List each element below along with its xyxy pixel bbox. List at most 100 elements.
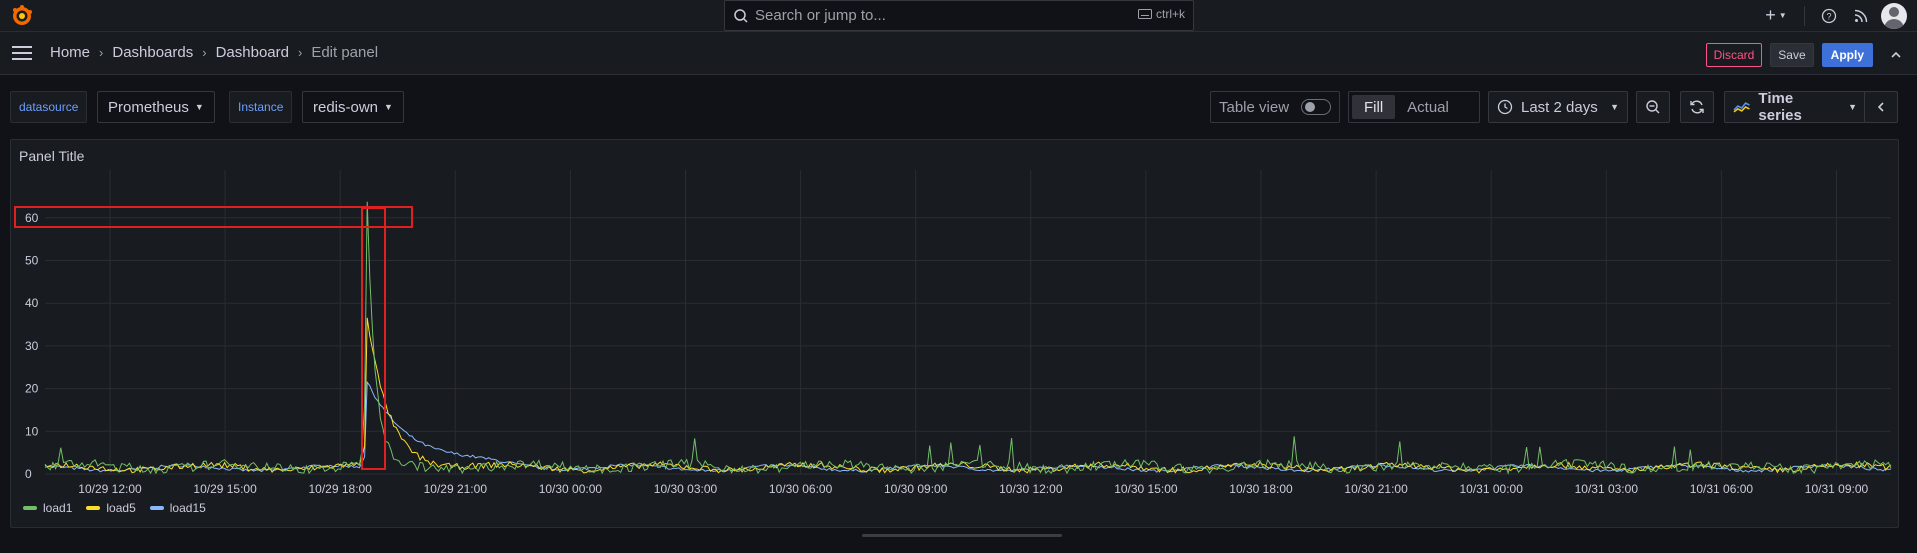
fill-option[interactable]: Fill: [1352, 95, 1396, 119]
legend-item-load15[interactable]: load15: [149, 501, 206, 515]
refresh-icon: [1690, 100, 1704, 114]
save-button[interactable]: Save: [1770, 43, 1814, 67]
x-tick-label: 10/31 06:00: [1690, 482, 1754, 496]
help-icon: ?: [1821, 8, 1837, 23]
plus-icon: +: [1765, 5, 1776, 25]
variable-label-instance: Instance: [229, 91, 293, 123]
variable-label-datasource: datasource: [10, 91, 88, 123]
y-tick-label: 0: [25, 467, 32, 481]
chevron-down-icon: ▼: [1778, 11, 1787, 20]
user-avatar[interactable]: [1881, 2, 1907, 29]
instance-value: redis-own: [313, 98, 379, 116]
discard-button[interactable]: Discard: [1705, 43, 1763, 67]
panel: Panel Title 0 10 20 30 40 50 60 10/29 12:00 10/2…: [10, 139, 1899, 528]
collapse-options-button[interactable]: [1864, 91, 1898, 123]
chevron-down-icon: ▼: [384, 102, 393, 112]
breadcrumb: Home › Dashboards › Dashboard › Edit pan…: [50, 44, 378, 61]
x-tick-label: 10/30 15:00: [1114, 482, 1178, 496]
legend-label: load1: [43, 501, 73, 515]
search-placeholder: Search or jump to...: [755, 7, 886, 24]
apply-button[interactable]: Apply: [1821, 43, 1873, 67]
legend-swatch: [86, 506, 101, 510]
keyboard-icon: [1137, 9, 1152, 19]
divider: [1804, 5, 1805, 26]
legend-label: load15: [169, 501, 206, 515]
x-tick-label: 10/29 15:00: [193, 482, 257, 496]
top-right-actions: + ▼ ?: [1760, 0, 1917, 31]
y-tick-label: 60: [25, 211, 39, 225]
legend: load1 load5 load15: [23, 501, 220, 515]
svg-text:?: ?: [1826, 11, 1831, 21]
y-tick-label: 20: [25, 382, 39, 396]
breadcrumb-dashboard[interactable]: Dashboard: [216, 44, 289, 61]
actual-option[interactable]: Actual: [1395, 95, 1461, 119]
datasource-value: Prometheus: [108, 98, 189, 116]
refresh-button[interactable]: [1680, 91, 1714, 123]
keyboard-shortcut: ctrl+k: [1137, 7, 1185, 21]
instance-select[interactable]: redis-own ▼: [302, 91, 404, 123]
y-tick-label: 30: [25, 339, 39, 353]
legend-label: load5: [106, 501, 136, 515]
series-line-load1: [44, 201, 1892, 475]
y-tick-label: 40: [25, 296, 39, 310]
clock-icon: [1497, 99, 1513, 115]
news-button[interactable]: [1841, 9, 1881, 23]
visualization-picker[interactable]: Time series ▼: [1724, 90, 1866, 124]
search-icon: [734, 8, 748, 23]
chevron-right-icon: ›: [99, 45, 104, 60]
zoom-out-button[interactable]: [1636, 91, 1670, 123]
y-tick-label: 50: [25, 254, 39, 268]
x-tick-label: 10/30 06:00: [769, 482, 833, 496]
search-input[interactable]: Search or jump to... ctrl+k: [724, 0, 1194, 31]
horizontal-scrollbar[interactable]: [862, 534, 1062, 537]
breadcrumb-dashboards[interactable]: Dashboards: [112, 44, 193, 61]
x-tick-label: 10/29 18:00: [308, 482, 372, 496]
legend-swatch: [149, 506, 164, 510]
panel-edit-actions: Discard Save Apply: [1698, 43, 1903, 67]
top-bar: Search or jump to... ctrl+k + ▼ ?: [0, 0, 1917, 32]
shortcut-text: ctrl+k: [1155, 7, 1185, 21]
table-view-label: Table view: [1219, 98, 1290, 116]
series-line-load5: [44, 317, 1892, 474]
breadcrumb-bar: Home › Dashboards › Dashboard › Edit pan…: [0, 32, 1917, 75]
time-series-icon: [1733, 102, 1750, 113]
chevron-down-icon: ▼: [1610, 102, 1619, 112]
new-menu-button[interactable]: + ▼: [1760, 5, 1792, 26]
chevron-left-icon: [1877, 102, 1884, 112]
x-tick-label: 10/29 12:00: [78, 482, 142, 496]
chevron-down-icon: ▼: [1848, 102, 1857, 112]
help-button[interactable]: ?: [1817, 8, 1841, 24]
table-view-toggle[interactable]: Table view: [1210, 91, 1340, 123]
time-series-chart[interactable]: 0 10 20 30 40 50 60 10/29 12:00 10/29 15:00 10/29…: [11, 140, 1900, 529]
time-range-value: Last 2 days: [1521, 98, 1598, 116]
x-tick-label: 10/30 03:00: [654, 482, 718, 496]
x-tick-label: 10/31 03:00: [1575, 482, 1639, 496]
chevron-down-icon: ▼: [194, 102, 204, 112]
legend-swatch: [23, 506, 37, 510]
chevron-right-icon: ›: [202, 45, 207, 60]
fill-actual-toggle: Fill Actual: [1348, 91, 1480, 123]
news-icon: [1854, 9, 1868, 22]
grafana-logo-icon[interactable]: [10, 4, 34, 28]
toggle-switch[interactable]: [1301, 99, 1331, 115]
x-tick-label: 10/30 09:00: [884, 482, 948, 496]
x-tick-label: 10/31 09:00: [1805, 482, 1869, 496]
panel-toolbar: datasource Prometheus ▼ Instance redis-o…: [0, 76, 1917, 136]
menu-icon[interactable]: [12, 46, 32, 60]
legend-item-load5[interactable]: load5: [86, 501, 136, 515]
breadcrumb-edit-panel: Edit panel: [311, 44, 379, 61]
datasource-select[interactable]: Prometheus ▼: [97, 91, 215, 123]
zoom-out-icon: [1646, 100, 1660, 114]
chevron-up-icon[interactable]: [1889, 48, 1903, 62]
chevron-right-icon: ›: [297, 45, 303, 60]
legend-item-load1[interactable]: load1: [23, 501, 72, 515]
y-tick-label: 10: [25, 424, 39, 438]
x-tick-label: 10/29 21:00: [424, 482, 488, 496]
time-range-picker[interactable]: Last 2 days ▼: [1488, 91, 1628, 123]
x-tick-label: 10/30 18:00: [1229, 482, 1293, 496]
x-tick-label: 10/31 00:00: [1459, 482, 1523, 496]
x-tick-label: 10/30 00:00: [539, 482, 603, 496]
breadcrumb-home[interactable]: Home: [50, 44, 90, 61]
x-tick-label: 10/30 21:00: [1344, 482, 1408, 496]
series-line-load15: [44, 380, 1892, 473]
